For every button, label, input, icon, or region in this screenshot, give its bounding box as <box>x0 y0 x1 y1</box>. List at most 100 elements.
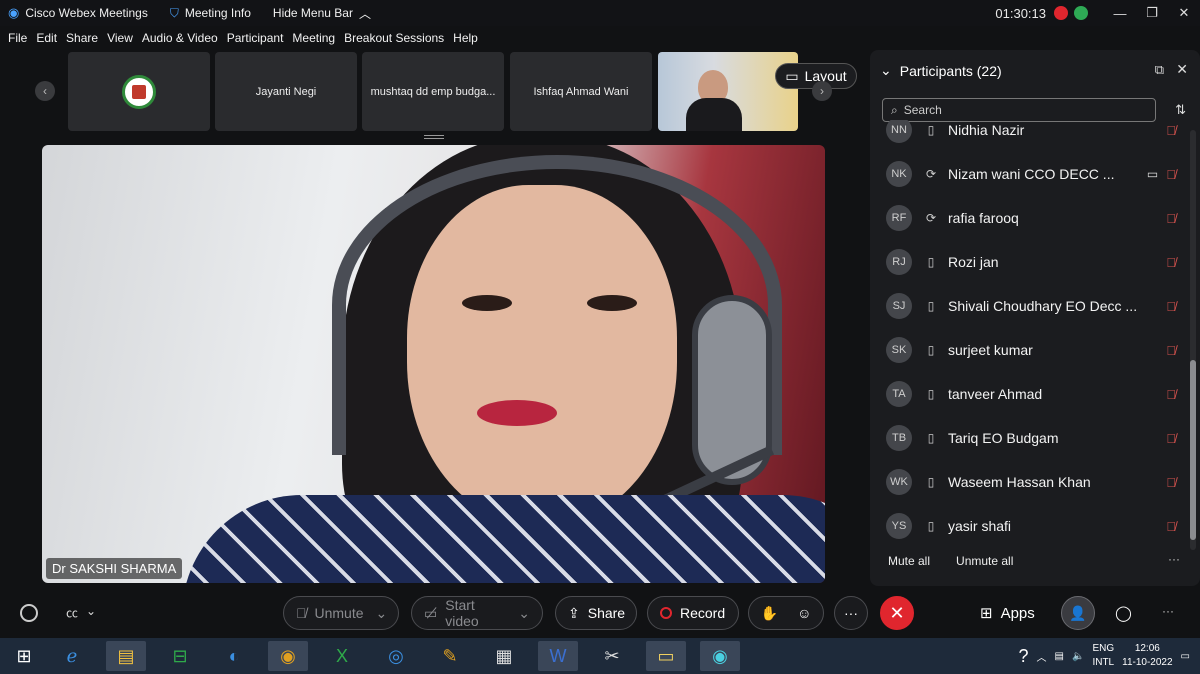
participant-row[interactable]: YS ▯ yasir shafi 🎙̸ <box>886 504 1176 548</box>
file-explorer-icon[interactable]: ▤ <box>106 641 146 671</box>
sort-icon[interactable]: ⇅ <box>1175 102 1186 118</box>
record-icon <box>660 607 672 619</box>
network-indicator-icon[interactable] <box>20 604 38 622</box>
participant-thumbnail[interactable] <box>68 52 210 131</box>
more-panel-options-button[interactable]: ··· <box>1162 604 1174 618</box>
volume-icon[interactable]: 🔈 <box>1072 651 1084 662</box>
network-icon[interactable]: ▤ <box>1055 651 1064 662</box>
muted-mic-icon[interactable]: 🎙̸ <box>1166 387 1176 402</box>
participant-thumbnail[interactable]: Ishfaq Ahmad Wani <box>510 52 652 131</box>
menu-participant[interactable]: Participant <box>227 31 284 45</box>
muted-mic-icon[interactable]: 🎙̸ <box>1166 431 1176 446</box>
more-options-button[interactable]: ··· <box>834 596 868 630</box>
participant-video-thumbnail[interactable] <box>658 52 798 131</box>
edge-icon[interactable]: ◎ <box>376 641 416 671</box>
share-button[interactable]: ⇪ Share <box>555 596 637 630</box>
mute-all-button[interactable]: Mute all <box>888 554 930 568</box>
thumbnails-next-button[interactable]: › <box>812 81 832 101</box>
hide-menu-bar-button[interactable]: Hide Menu Bar ︿ <box>273 5 371 22</box>
muted-mic-icon[interactable]: 🎙̸ <box>1166 211 1176 226</box>
participant-search-input[interactable]: ⌕ Search <box>882 98 1156 122</box>
chat-button[interactable]: ◯ <box>1115 604 1132 622</box>
apps-button[interactable]: ⊞ Apps <box>980 604 1035 623</box>
emoji-reaction-icon[interactable]: ☺ <box>797 605 811 621</box>
paint-icon[interactable]: ✎ <box>430 641 470 671</box>
participant-row[interactable]: RF ⟳ rafia farooq 🎙̸ <box>886 196 1176 240</box>
chevron-up-icon[interactable]: ︿ <box>1037 649 1047 664</box>
participant-row[interactable]: NN ▯ Nidhia Nazir 🎙̸ <box>886 120 1176 152</box>
chevron-up-icon: ︿ <box>358 6 371 21</box>
start-video-button[interactable]: ▭̸ Start video ⌄ <box>411 596 543 630</box>
close-window-button[interactable]: ✕ <box>1168 5 1200 21</box>
menu-share[interactable]: Share <box>66 31 98 45</box>
muted-mic-icon[interactable]: 🎙̸ <box>1166 299 1176 314</box>
maximize-button[interactable]: ❐ <box>1136 5 1168 21</box>
scrollbar-thumb[interactable] <box>1190 360 1196 540</box>
unmute-button[interactable]: 🎙̸ Unmute ⌄ <box>283 596 399 630</box>
more-options-icon[interactable]: ··· <box>1168 552 1180 566</box>
system-clock[interactable]: 12:06 11-10-2022 <box>1122 642 1172 670</box>
participant-thumbnail[interactable]: Jayanti Negi <box>215 52 357 131</box>
resize-handle[interactable] <box>424 135 444 139</box>
notifications-icon[interactable]: ▭ <box>1181 651 1190 662</box>
participant-row[interactable]: TA ▯ tanveer Ahmad 🎙̸ <box>886 372 1176 416</box>
participant-row[interactable]: SJ ▯ Shivali Choudhary EO Decc ... 🎙̸ <box>886 284 1176 328</box>
language-code: ENG <box>1092 643 1115 654</box>
participant-name: Nizam wani CCO DECC ... <box>948 166 1115 182</box>
muted-mic-icon[interactable]: 🎙̸ <box>1166 255 1176 270</box>
start-button[interactable]: ⊞ <box>4 641 44 671</box>
end-meeting-button[interactable]: ✕ <box>880 596 914 630</box>
thumbnails-prev-button[interactable]: ‹ <box>35 81 55 101</box>
menu-file[interactable]: File <box>8 31 27 45</box>
store-icon[interactable]: ⊟ <box>160 641 200 671</box>
meeting-info-button[interactable]: ⛉ Meeting Info <box>170 6 251 21</box>
muted-mic-icon[interactable]: 🎙̸ <box>1166 519 1176 534</box>
menu-audio-video[interactable]: Audio & Video <box>142 31 218 45</box>
participant-list-scrollbar[interactable] <box>1190 130 1196 550</box>
muted-mic-icon[interactable]: 🎙̸ <box>1166 167 1176 182</box>
calculator-icon[interactable]: ▦ <box>484 641 524 671</box>
muted-mic-icon[interactable]: 🎙̸ <box>1166 343 1176 358</box>
menu-meeting[interactable]: Meeting <box>292 31 335 45</box>
participant-row[interactable]: SK ▯ surjeet kumar 🎙̸ <box>886 328 1176 372</box>
participant-row[interactable]: WK ▯ Waseem Hassan Khan 🎙̸ <box>886 460 1176 504</box>
participants-header: ⌄ Participants (22) <box>880 62 1002 79</box>
start-video-label: Start video <box>445 597 479 629</box>
shield-icon: ⛉ <box>169 5 179 20</box>
participant-name: Shivali Choudhary EO Decc ... <box>948 298 1138 314</box>
avatar: TB <box>886 425 912 451</box>
sticky-notes-icon[interactable]: ▭ <box>646 641 686 671</box>
record-button[interactable]: Record <box>647 596 739 630</box>
menu-breakout-sessions[interactable]: Breakout Sessions <box>344 31 444 45</box>
language-indicator[interactable]: ENG INTL <box>1092 642 1114 670</box>
pop-out-icon[interactable]: ⧉ <box>1155 62 1164 78</box>
word-icon[interactable]: W <box>538 641 578 671</box>
chrome-icon[interactable]: ◉ <box>268 641 308 671</box>
help-icon[interactable]: ? <box>1019 646 1029 667</box>
minimize-button[interactable]: — <box>1104 6 1136 21</box>
menu-help[interactable]: Help <box>453 31 478 45</box>
app-icon[interactable]: ◐ <box>214 641 254 671</box>
muted-mic-icon[interactable]: 🎙̸ <box>1166 123 1176 138</box>
sync-icon: ⟳ <box>925 211 937 225</box>
muted-mic-icon[interactable]: 🎙̸ <box>1166 475 1176 490</box>
menu-view[interactable]: View <box>107 31 133 45</box>
webex-taskbar-icon[interactable]: ◉ <box>700 641 740 671</box>
participants-footer: Mute all Unmute all <box>888 554 1013 568</box>
participant-thumbnail[interactable]: mushtaq dd emp budga... <box>362 52 504 131</box>
internet-explorer-icon[interactable]: ℯ <box>52 641 92 671</box>
participant-row[interactable]: TB ▯ Tariq EO Budgam 🎙̸ <box>886 416 1176 460</box>
captions-button[interactable]: ㏄ ⌄ <box>66 604 96 621</box>
menu-edit[interactable]: Edit <box>36 31 57 45</box>
participant-list: NN ▯ Nidhia Nazir 🎙̸ NK ⟳ Nizam wani CCO… <box>870 120 1186 560</box>
close-panel-icon[interactable]: ✕ <box>1176 61 1188 78</box>
raise-hand-icon[interactable]: ✋ <box>761 605 778 622</box>
chevron-down-icon[interactable]: ⌄ <box>880 62 892 79</box>
excel-icon[interactable]: X <box>322 641 362 671</box>
closed-captions-icon: ㏄ <box>66 606 79 620</box>
unmute-all-button[interactable]: Unmute all <box>956 554 1013 568</box>
participant-row[interactable]: RJ ▯ Rozi jan 🎙̸ <box>886 240 1176 284</box>
participant-row[interactable]: NK ⟳ Nizam wani CCO DECC ... ▭ 🎙̸ <box>886 152 1176 196</box>
participants-toggle-button[interactable]: 👤 <box>1061 596 1095 630</box>
snipping-tool-icon[interactable]: ✂ <box>592 641 632 671</box>
